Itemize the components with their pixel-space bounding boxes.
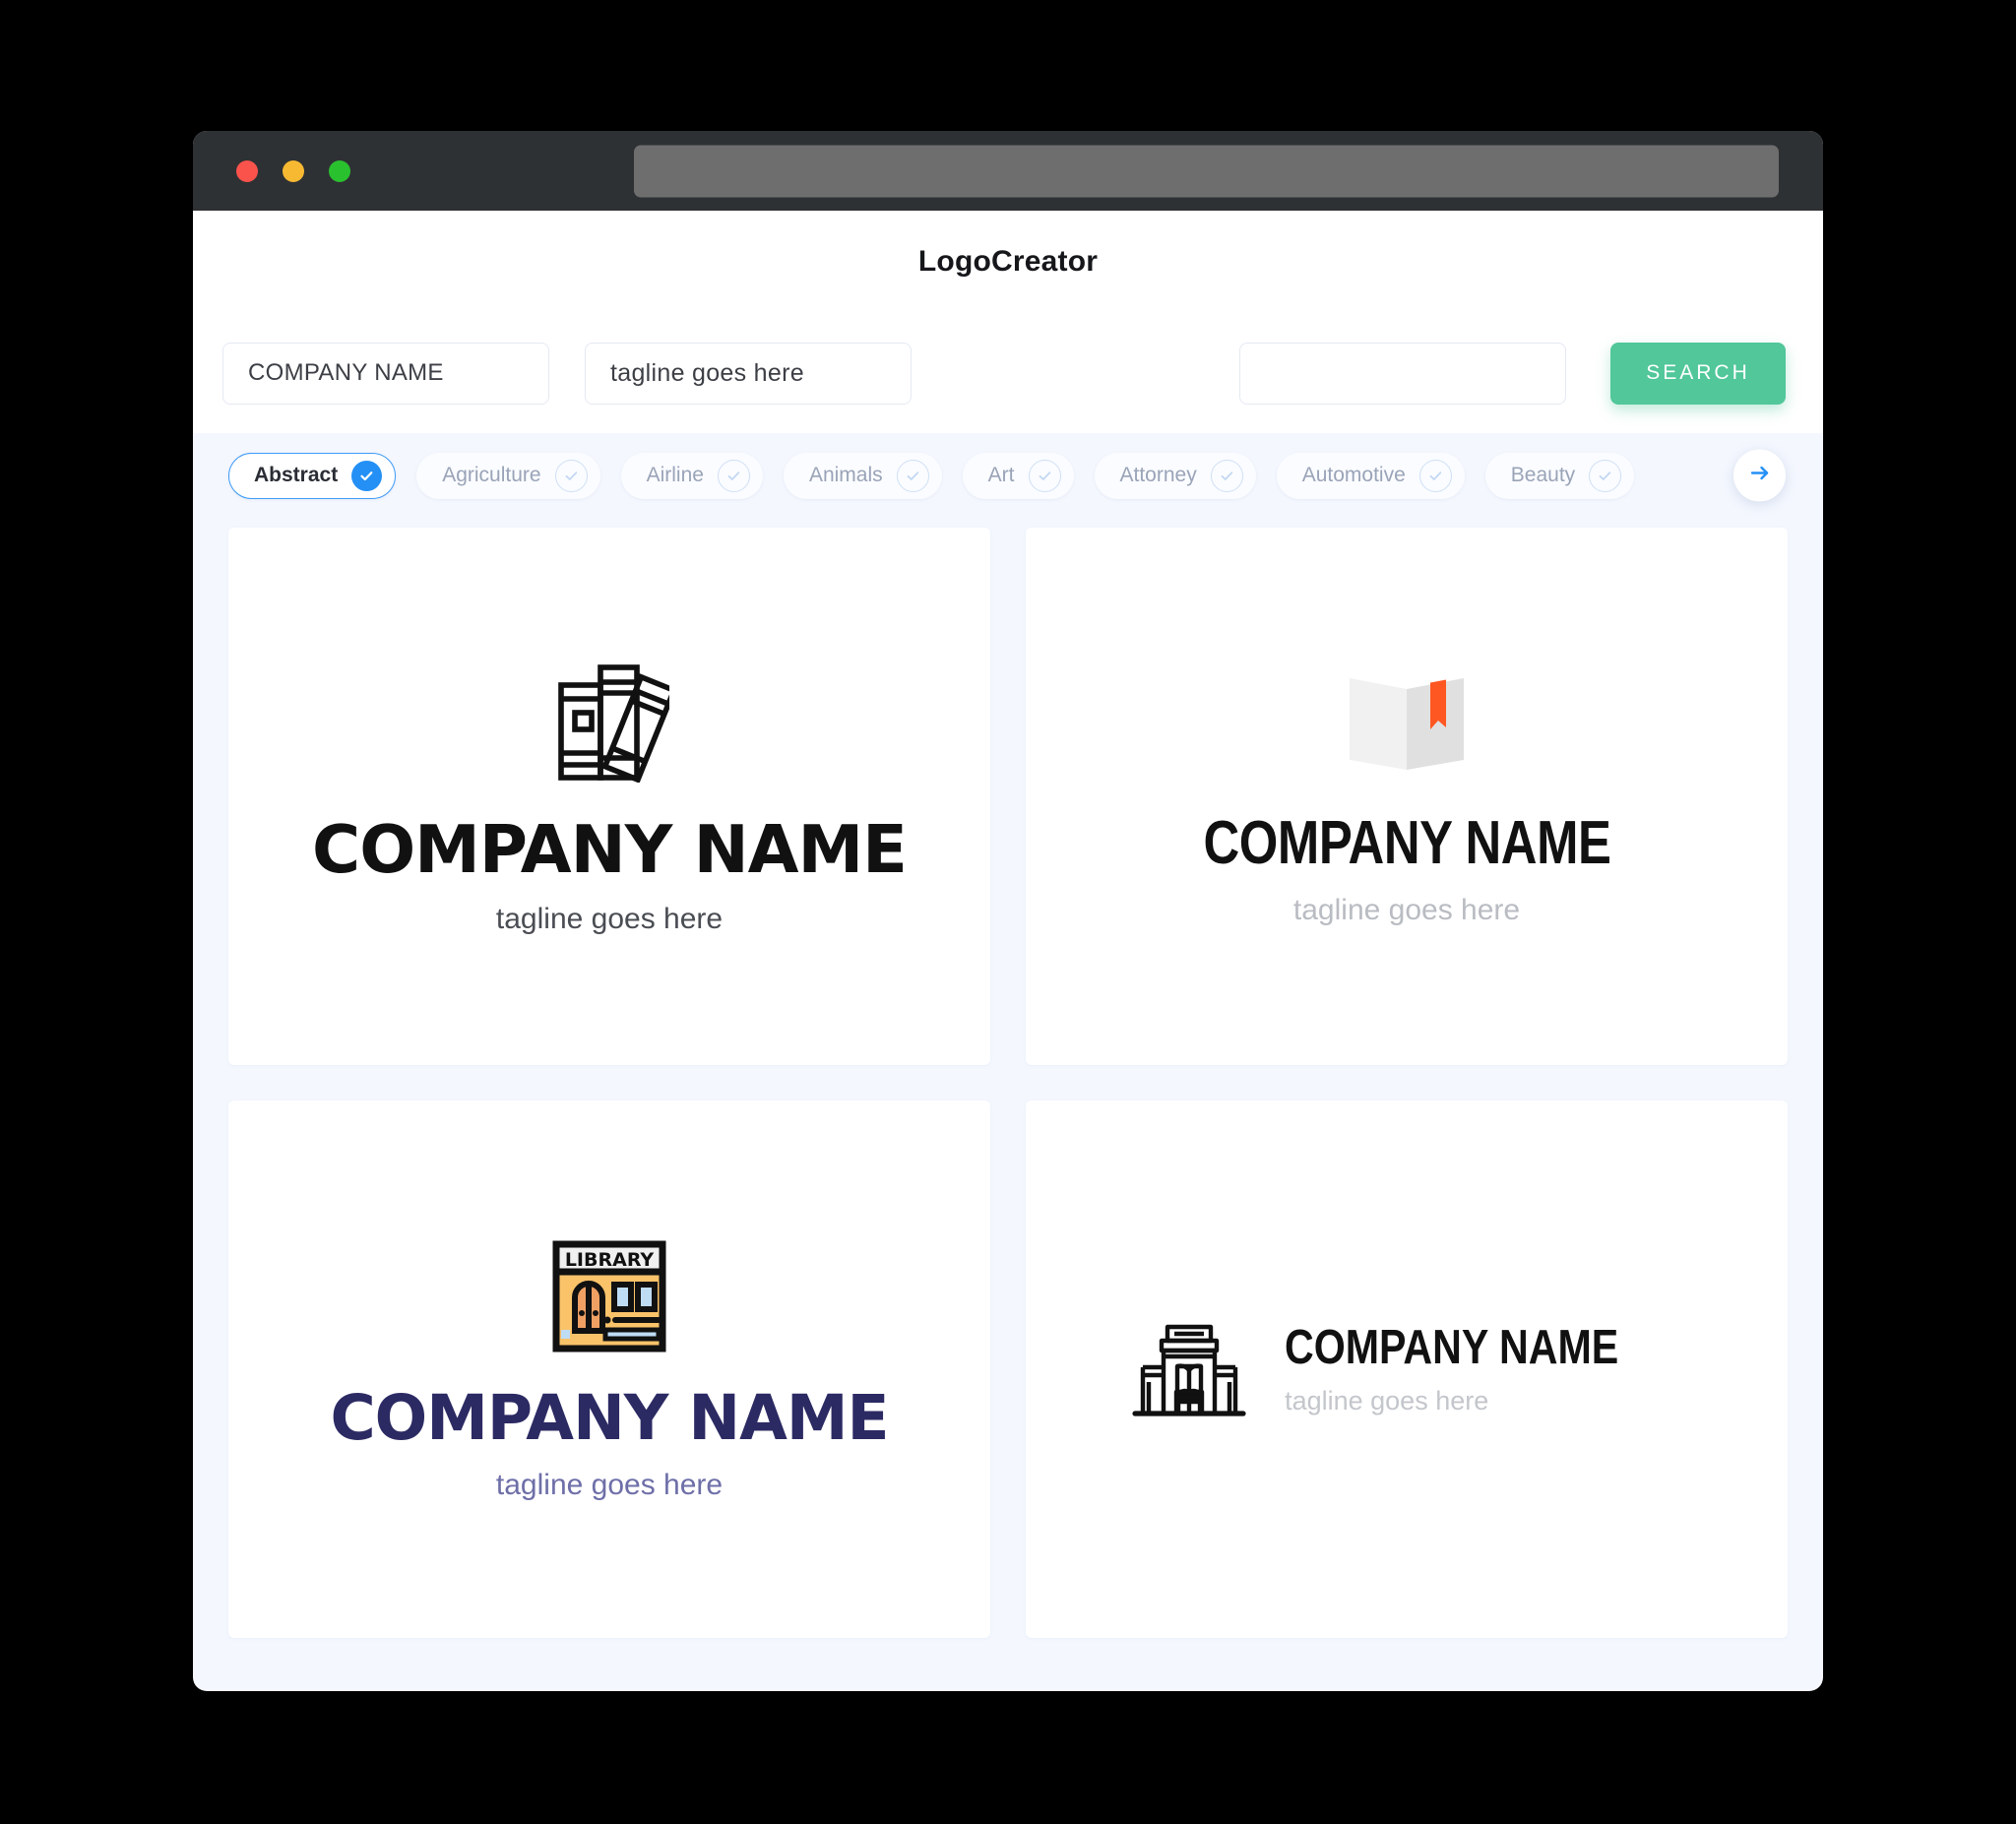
app-header: LogoCreator — [193, 211, 1823, 313]
category-chip-attorney[interactable]: Attorney — [1094, 452, 1256, 499]
logo-company-name: COMPANY NAME — [312, 811, 908, 888]
library-storefront-icon: LIBRARY — [550, 1238, 668, 1359]
app-title: LogoCreator — [917, 245, 1099, 278]
check-circle-icon — [717, 459, 750, 492]
window-controls — [236, 159, 350, 182]
company-name-input[interactable]: COMPANY NAME — [222, 342, 549, 405]
logo-text-block: COMPANY NAME tagline goes here — [1285, 1324, 1682, 1415]
category-chip-beauty[interactable]: Beauty — [1484, 452, 1635, 499]
keyword-input[interactable] — [1239, 342, 1566, 405]
category-label: Automotive — [1301, 464, 1406, 486]
maximize-window-button[interactable] — [329, 159, 350, 182]
check-circle-icon — [554, 459, 588, 492]
category-label: Attorney — [1119, 464, 1197, 486]
logo-company-name: COMPANY NAME — [1202, 808, 1611, 877]
browser-titlebar — [193, 131, 1823, 211]
library-sign-text: LIBRARY — [565, 1249, 655, 1271]
logo-tagline: tagline goes here — [495, 903, 724, 935]
logo-card[interactable]: LIBRARY COMPANY NAME tagline goes here — [228, 1101, 990, 1638]
logo-tagline: tagline goes here — [1285, 1386, 1489, 1415]
search-button[interactable]: SEARCH — [1610, 342, 1786, 405]
logo-company-name: COMPANY NAME — [330, 1382, 889, 1454]
check-circle-icon — [1210, 459, 1243, 492]
category-chip-animals[interactable]: Animals — [783, 452, 942, 499]
check-circle-icon — [1589, 459, 1622, 492]
category-label: Airline — [646, 464, 704, 486]
close-window-button[interactable] — [236, 159, 258, 182]
check-circle-icon — [1028, 459, 1061, 492]
category-chip-automotive[interactable]: Automotive — [1276, 452, 1465, 499]
category-label: Agriculture — [442, 464, 541, 486]
logo-card[interactable]: COMPANY NAME tagline goes here — [228, 528, 990, 1065]
category-label: Beauty — [1510, 464, 1576, 486]
category-filter-bar: Abstract Agriculture Airline Animals Art — [193, 433, 1823, 518]
browser-window: LogoCreator COMPANY NAME tagline goes he… — [193, 131, 1823, 1691]
open-book-bookmark-icon — [1346, 668, 1468, 782]
logo-card[interactable]: COMPANY NAME tagline goes here — [1026, 528, 1788, 1065]
logo-tagline: tagline goes here — [1292, 893, 1521, 926]
check-circle-icon — [896, 459, 929, 492]
check-circle-icon — [1418, 459, 1452, 492]
search-bar: COMPANY NAME tagline goes here SEARCH — [193, 313, 1823, 433]
tagline-input[interactable]: tagline goes here — [585, 342, 912, 405]
logo-card[interactable]: COMPANY NAME tagline goes here — [1026, 1101, 1788, 1638]
logo-company-name: COMPANY NAME — [1285, 1321, 1619, 1374]
category-chip-agriculture[interactable]: Agriculture — [416, 452, 600, 499]
logo-tagline: tagline goes here — [495, 1469, 724, 1501]
next-categories-button[interactable] — [1733, 449, 1786, 502]
category-label: Art — [987, 464, 1015, 486]
arrow-right-icon — [1747, 461, 1773, 491]
category-chip-abstract[interactable]: Abstract — [228, 452, 397, 499]
library-building-book-icon — [1131, 1313, 1247, 1426]
category-label: Animals — [808, 464, 883, 486]
minimize-window-button[interactable] — [283, 159, 304, 182]
books-outline-icon — [549, 659, 678, 787]
category-chip-art[interactable]: Art — [962, 452, 1074, 499]
url-bar[interactable] — [634, 145, 1779, 197]
logo-results-grid: COMPANY NAME tagline goes here COMPANY N… — [193, 518, 1823, 1677]
category-label: Abstract — [254, 464, 339, 486]
check-circle-icon — [351, 460, 383, 491]
category-chip-airline[interactable]: Airline — [620, 452, 763, 499]
